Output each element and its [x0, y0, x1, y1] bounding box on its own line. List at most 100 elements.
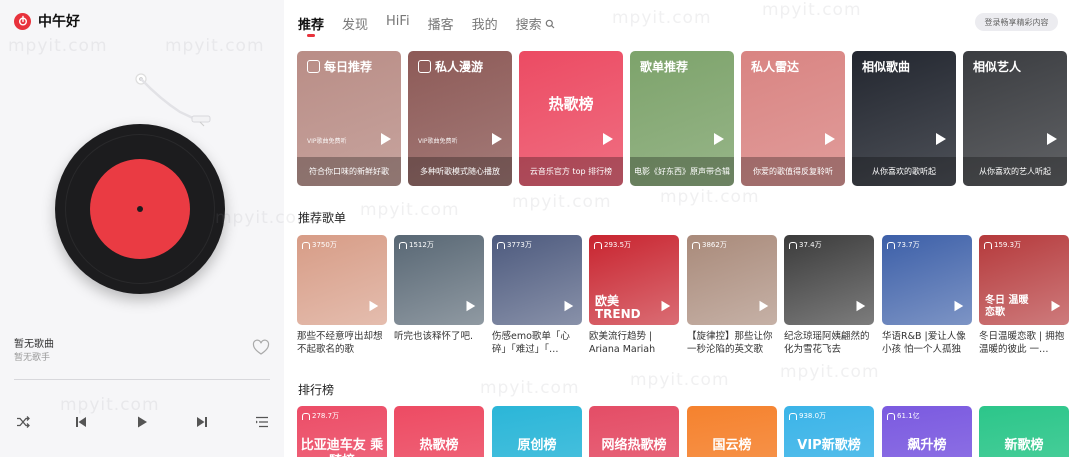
tab-search[interactable]: 搜索	[516, 14, 555, 33]
ranking-card[interactable]: 278.7万比亚迪车友 乘騎榜	[297, 406, 387, 457]
playlist-cover: 293.5万 欧美 TREND	[589, 235, 679, 325]
vinyl-record	[55, 124, 225, 294]
card-daily-footer: 符合你口味的新鲜好歌	[297, 157, 401, 186]
card-playlist-rec[interactable]: 歌单推荐 电影《好东西》原声带合辑	[630, 51, 734, 186]
playlist-cover: 3750万	[297, 235, 387, 325]
ranking-name: 原创榜	[517, 438, 557, 453]
top-tabs: 推荐 发现 HiFi 播客 我的 搜索	[298, 14, 555, 37]
play-icon	[369, 300, 379, 312]
login-button[interactable]: 登录畅享精彩内容	[975, 13, 1058, 31]
play-count: 938.0万	[789, 411, 826, 421]
card-hot-chart[interactable]: 热歌榜 云音乐官方 top 排行榜	[519, 51, 623, 186]
playlist-icon	[256, 416, 268, 428]
playlist-card[interactable]: 1512万 听完也该释怀了吧.	[394, 235, 484, 356]
player-controls	[14, 412, 270, 432]
play-count: 73.7万	[887, 240, 920, 250]
card-similar-songs[interactable]: 相似歌曲 从你喜欢的歌听起	[852, 51, 956, 186]
next-icon	[197, 417, 207, 427]
playlist-card[interactable]: 293.5万 欧美 TREND 欧美流行趋势 | Ariana Mariah C…	[589, 235, 679, 356]
playlist-name: 那些不经意哼出却想不起歌名的歌	[297, 331, 383, 355]
playlist-card[interactable]: 3750万 那些不经意哼出却想不起歌名的歌	[297, 235, 387, 356]
play-icon	[936, 133, 946, 145]
previous-button[interactable]	[72, 412, 90, 432]
calendar-icon	[307, 60, 320, 73]
ranking-card[interactable]: 新歌榜	[979, 406, 1069, 457]
card-similar-songs-title: 相似歌曲	[862, 60, 911, 74]
play-icon	[603, 133, 613, 145]
like-heart-icon[interactable]	[252, 339, 270, 357]
play-button[interactable]	[133, 412, 151, 432]
previous-icon	[76, 417, 86, 427]
card-daily-sub: VIP歌曲免费听	[307, 138, 347, 145]
main-content: 推荐 发现 HiFi 播客 我的 搜索 登录畅享精彩内容 每日推荐 VIP歌曲免…	[284, 0, 1080, 457]
progress-bar[interactable]	[14, 379, 270, 380]
song-artist: 暂无歌手	[14, 353, 51, 363]
playlist-card[interactable]: 73.7万 华语R&B |爱让人像小孩 怕一个人孤独	[882, 235, 972, 356]
greeting-header: 中午好	[14, 11, 80, 31]
playlist-card[interactable]: 3862万 【旋律控】那些让你一秒沦陷的英文歌	[687, 235, 777, 356]
greeting-text: 中午好	[38, 14, 80, 30]
playlist-name: 冬日温暖恋歌 | 拥抱温暖的彼此 一…	[979, 331, 1065, 355]
play-icon	[954, 300, 964, 312]
ranking-card[interactable]: 原创榜	[492, 406, 582, 457]
card-similar-artists-title: 相似艺人	[973, 60, 1022, 74]
ranking-card[interactable]: 61.1亿 飙升榜	[882, 406, 972, 457]
tab-hifi[interactable]: HiFi	[386, 14, 410, 33]
tab-discover[interactable]: 发现	[342, 14, 368, 33]
search-icon	[545, 19, 555, 28]
play-count: 37.4万	[789, 240, 822, 250]
cover-overlay-text: 冬日 温暖恋歌	[985, 295, 1029, 318]
ranking-name: 比亚迪车友 乘騎榜	[300, 438, 384, 457]
playlist-card[interactable]: 159.3万 冬日 温暖恋歌 冬日温暖恋歌 | 拥抱温暖的彼此 一…	[979, 235, 1069, 356]
playlist-name: 纪念琼瑶阿姨翩然的化为雪花飞去	[784, 331, 870, 355]
card-roaming-title: 私人漫游	[418, 58, 483, 75]
play-icon	[564, 300, 574, 312]
ranking-name: 网络热歌榜	[601, 438, 667, 453]
play-count: 3773万	[497, 240, 532, 250]
next-button[interactable]	[193, 412, 211, 432]
playlist-card[interactable]: 3773万 伤感emo歌单「心碎」「难过」「…	[492, 235, 582, 356]
card-roaming[interactable]: 私人漫游 VIP歌曲免费听 多种听歌模式随心播放	[408, 51, 512, 186]
card-radar-footer: 你爱的歌值得反复聆听	[741, 157, 845, 186]
tab-podcast[interactable]: 播客	[428, 14, 454, 33]
playlist-cover: 73.7万	[882, 235, 972, 325]
player-panel: 中午好 暂无歌曲 暂无歌手	[0, 0, 284, 457]
ranking-name: VIP新歌榜	[797, 438, 861, 453]
playlist-cover: 3862万	[687, 235, 777, 325]
card-similar-artists[interactable]: 相似艺人 从你喜欢的艺人听起	[963, 51, 1067, 186]
playlist-card[interactable]: 37.4万 纪念琼瑶阿姨翩然的化为雪花飞去	[784, 235, 874, 356]
play-icon	[381, 133, 391, 145]
music-app: 中午好 暂无歌曲 暂无歌手 推荐 发现 HiFi 播客 我的 搜索 登录畅享精彩…	[0, 0, 1080, 457]
ranking-name: 国云榜	[712, 438, 752, 453]
play-icon	[661, 300, 671, 312]
cover-overlay-text: 欧美 TREND	[595, 294, 641, 321]
card-playlist-rec-footer: 电影《好东西》原声带合辑	[630, 157, 734, 186]
turntable	[40, 64, 240, 294]
play-icon	[1047, 133, 1057, 145]
play-count: 293.5万	[594, 240, 631, 250]
card-radar[interactable]: 私人雷达 你爱的歌值得反复聆听	[741, 51, 845, 186]
tab-mine[interactable]: 我的	[472, 14, 498, 33]
section-ranking-title: 排行榜	[298, 383, 335, 397]
tab-recommend[interactable]: 推荐	[298, 14, 324, 37]
ranking-card[interactable]: 网络热歌榜	[589, 406, 679, 457]
play-icon	[856, 300, 866, 312]
play-count: 3750万	[302, 240, 337, 250]
card-daily-title-text: 每日推荐	[324, 60, 373, 74]
playlist-name: 伤感emo歌单「心碎」「难过」「…	[492, 331, 570, 355]
playlist-name: 听完也该释怀了吧.	[394, 331, 474, 342]
playlist-button[interactable]	[253, 412, 271, 432]
shuffle-icon	[17, 416, 30, 428]
shuffle-button[interactable]	[14, 412, 32, 432]
ranking-card[interactable]: 热歌榜	[394, 406, 484, 457]
ranking-card[interactable]: 国云榜	[687, 406, 777, 457]
playlist-name: 欧美流行趋势 | Ariana Mariah Carey…	[589, 331, 656, 355]
ranking-card[interactable]: 938.0万 VIP新歌榜	[784, 406, 874, 457]
feature-cards: 每日推荐 VIP歌曲免费听 符合你口味的新鲜好歌 私人漫游 VIP歌曲免费听 多…	[297, 51, 1080, 186]
play-icon	[1051, 300, 1061, 312]
card-similar-artists-footer: 从你喜欢的艺人听起	[963, 157, 1067, 186]
card-daily[interactable]: 每日推荐 VIP歌曲免费听 符合你口味的新鲜好歌	[297, 51, 401, 186]
card-hot-chart-title: 热歌榜	[548, 95, 594, 113]
play-count: 1512万	[399, 240, 434, 250]
ranking-name: 飙升榜	[907, 438, 947, 453]
